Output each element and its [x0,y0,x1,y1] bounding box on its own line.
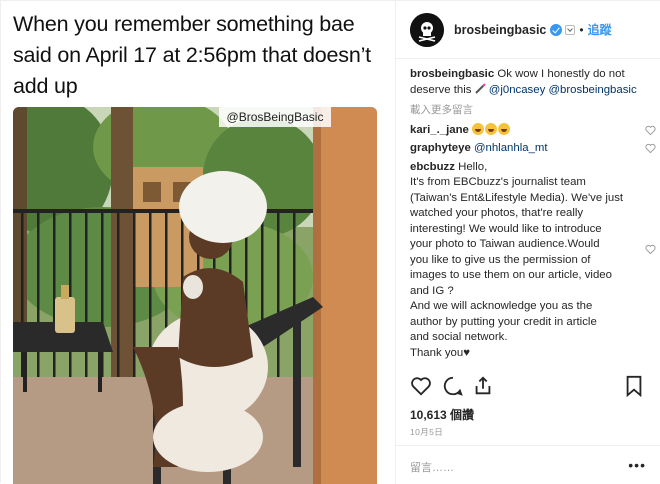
share-icon[interactable] [472,375,494,397]
comment-like-heart-icon[interactable] [645,244,656,255]
post-date: 10月5日 [410,427,444,437]
post-caption: brosbeingbasic Ok wow I honestly do not … [410,67,648,98]
load-more-comments[interactable]: 載入更多留言 [410,103,648,119]
skull-avatar-icon[interactable] [410,12,444,47]
comment-body-line: interesting! We would like to introduce [410,222,602,235]
post-header: brosbeingbasic • 追蹤 [396,1,660,59]
comment-body-line: Thank you♥ [410,346,470,359]
verified-badge-icon [550,23,563,36]
comment-input[interactable]: 留言…… [410,459,454,475]
header-separator: • [579,22,584,37]
instagram-post: When you remember something bae said on … [0,0,660,484]
photo-illustration [13,107,377,484]
header-username[interactable]: brosbeingbasic [454,23,546,37]
comment-mention[interactable]: @nhlanhla_mt [474,142,548,154]
laughing-emoji-icon [485,122,498,135]
comment-like-heart-icon[interactable] [645,143,656,154]
post-media: When you remember something bae said on … [1,1,395,484]
comment-list: brosbeingbasic Ok wow I honestly do not … [410,67,656,362]
comment-body-line: And we will acknowledge you as the [410,300,593,312]
comment-body-line: you like to give us the permission of [410,253,591,266]
comment-body-line: watched your photos, that're really [410,207,584,219]
add-comment-bar: 留言…… ••• [396,445,660,484]
comment-text: Hello, [458,160,488,173]
follow-button[interactable]: 追蹤 [588,21,612,38]
comment-body-line: your photo to Taiwan audience.Would [410,238,600,250]
more-options-icon[interactable]: ••• [628,457,646,473]
comment-item: graphyteye @nhlanhla_mt [410,141,656,157]
caption-username[interactable]: brosbeingbasic [410,68,494,80]
comment-body-line: images to use them on our article, video [410,269,612,281]
comment-body-line: It's from EBCbuzz's journalist team [410,176,586,188]
comment-username[interactable]: graphyteye [410,142,471,154]
pencil-emoji-icon [474,82,486,94]
comment-username[interactable]: ebcbuzz [410,161,455,173]
laughing-emoji-icon [472,122,485,135]
comment-body-line: (Taiwan's Ent&Lifestyle Media). We've ju… [410,191,624,204]
comment-item: kari_._jane [410,122,656,139]
heart-icon[interactable] [410,375,432,397]
comment-body-line: and IG ? [410,284,454,297]
caption-mention-2[interactable]: @brosbeingbasic [548,84,636,96]
dropdown-icon[interactable] [565,24,576,35]
comment-like-heart-icon[interactable] [645,125,656,136]
like-count[interactable]: 10,613 個讚 [410,406,474,423]
comment-body-line: and social network. [410,331,508,343]
comment-username[interactable]: kari_._jane [410,124,469,136]
comment-icon[interactable] [442,375,464,397]
comment-body-line: author by putting your credit in article [410,315,597,328]
post-sidebar: brosbeingbasic • 追蹤 brosbeingbasic Ok wo… [395,1,660,484]
caption-mention-1[interactable]: @j0ncasey [489,84,546,96]
meme-caption: When you remember something bae said on … [13,12,371,98]
post-photo[interactable]: @BrosBeingBasic [13,107,377,484]
laughing-emoji-icon [498,122,511,135]
photo-watermark: @BrosBeingBasic [219,107,331,127]
comment-item: ebcbuzz Hello, It's from EBCbuzz's journ… [410,160,656,362]
bookmark-icon[interactable] [624,375,644,397]
post-actions [410,373,648,403]
